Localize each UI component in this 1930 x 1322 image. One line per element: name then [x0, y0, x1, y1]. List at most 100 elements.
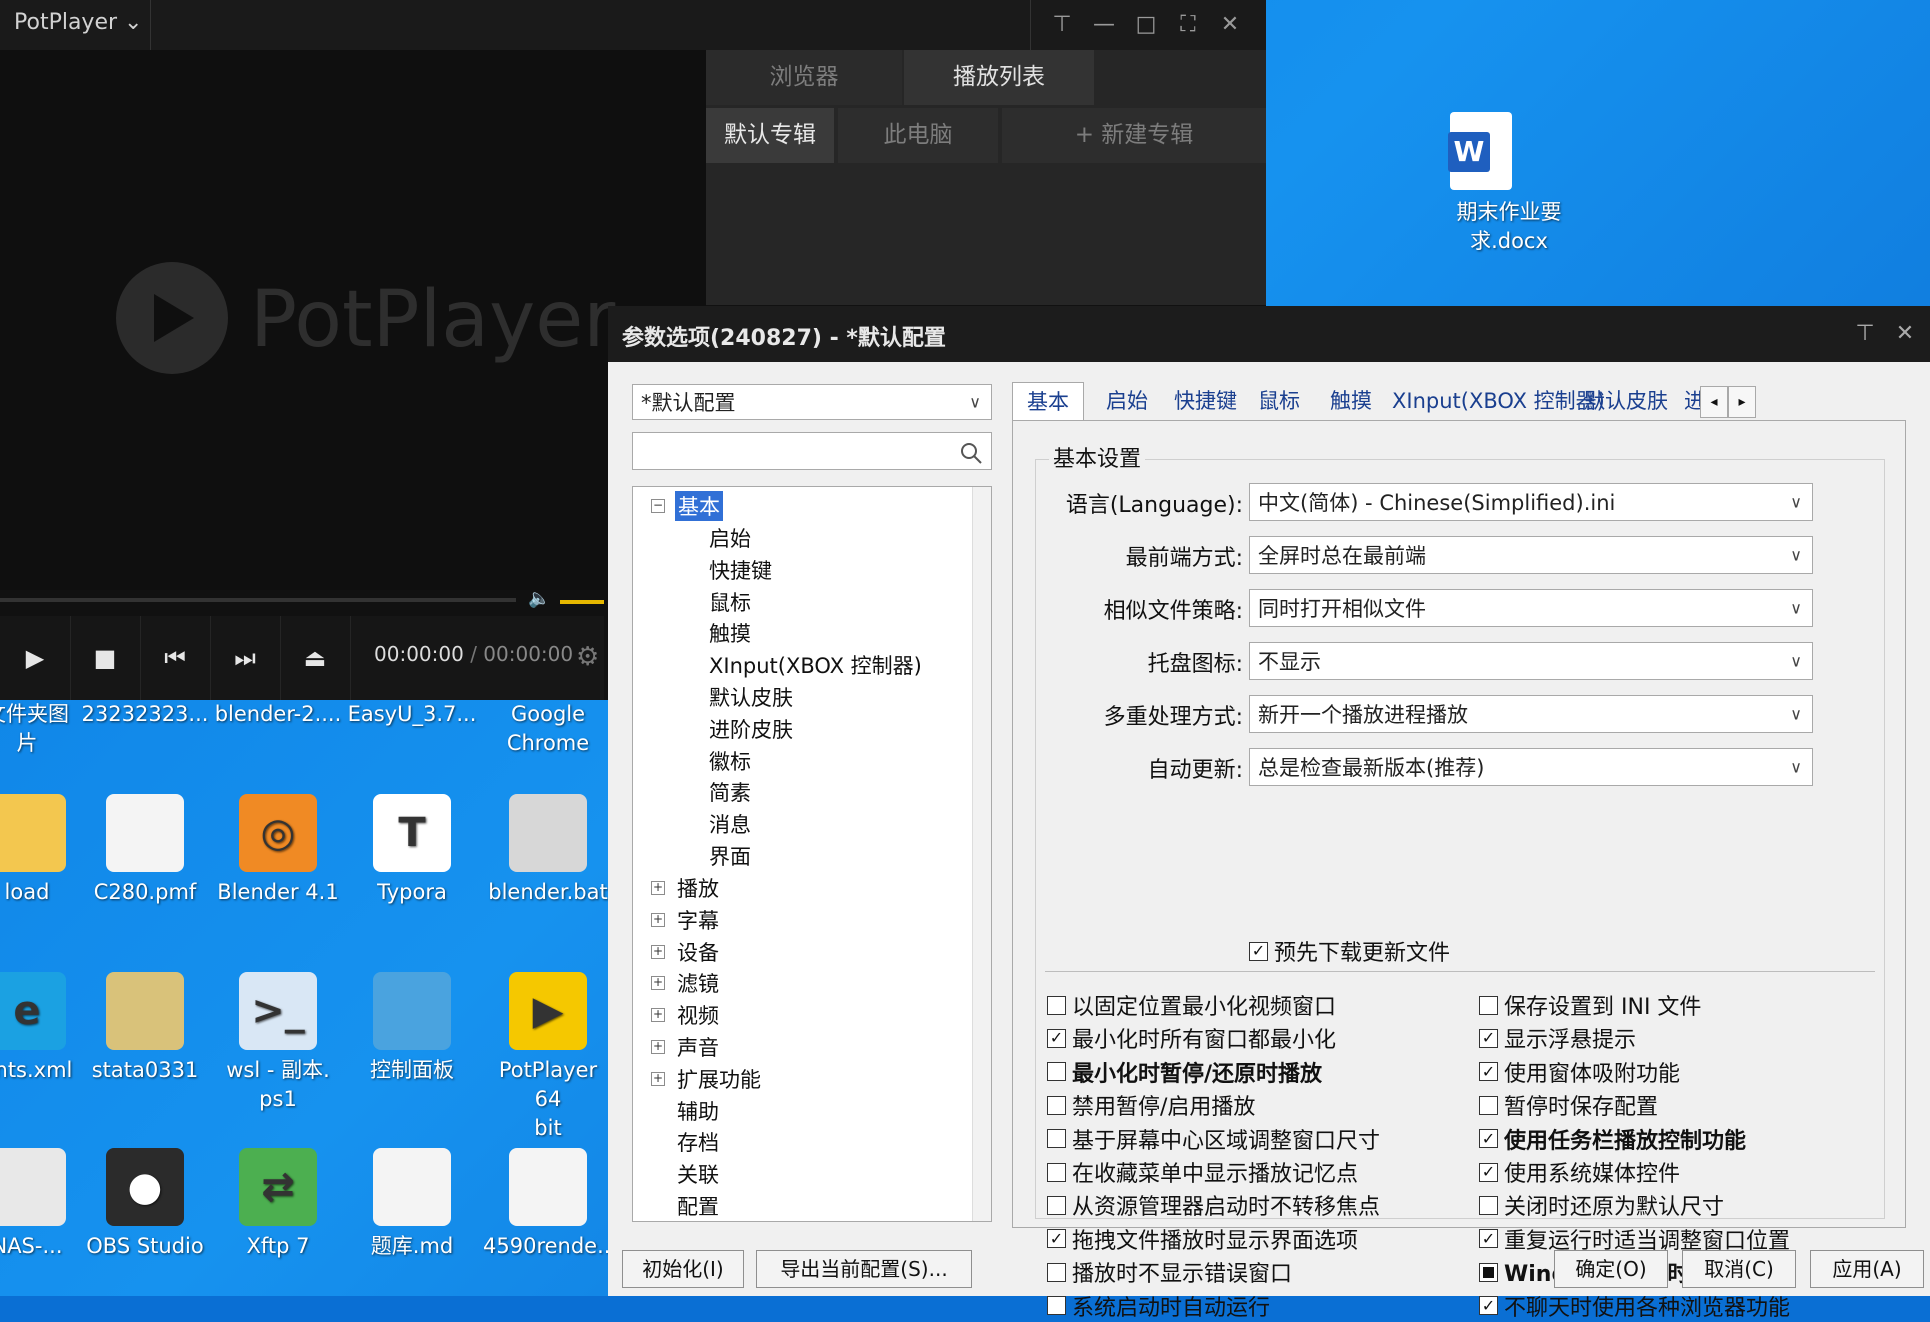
desktop-icon[interactable]: 控制面板 [347, 972, 477, 1085]
tree-item-child[interactable]: 界面 [709, 841, 751, 871]
tree-item-child[interactable]: 鼠标 [709, 587, 751, 617]
desktop-icon[interactable]: load [0, 794, 92, 907]
tree-expand-icon[interactable]: + [651, 1008, 665, 1023]
settings-gear-icon[interactable]: ⚙ [576, 642, 599, 672]
option-checkbox[interactable]: ✓ 使用系统媒体控件 [1479, 1156, 1680, 1188]
tree-expand-icon[interactable]: + [651, 976, 665, 991]
tree-item-section[interactable]: 播放 [677, 873, 719, 903]
desktop-icon[interactable]: e ents.xml [0, 972, 92, 1085]
volume-icon[interactable]: 🔈 [528, 588, 550, 609]
option-checkbox[interactable]: 从资源管理器启动时不转移焦点 [1047, 1189, 1380, 1221]
tree-item-section[interactable]: 字幕 [677, 905, 719, 935]
tree-item-child[interactable]: 进阶皮肤 [709, 714, 793, 744]
close-icon[interactable]: ✕ [1214, 10, 1246, 40]
close-icon[interactable]: ✕ [1888, 318, 1922, 350]
album-new[interactable]: + 新建专辑 [1002, 108, 1266, 163]
field-select[interactable]: 新开一个播放进程播放 ∨ [1249, 695, 1813, 733]
tree-item-section[interactable]: 关联 [677, 1159, 719, 1189]
search-input[interactable] [632, 432, 992, 470]
option-checkbox[interactable]: ✓ 使用任务栏播放控制功能 [1479, 1123, 1746, 1155]
tab-touch[interactable]: 触摸 [1330, 382, 1372, 420]
option-checkbox[interactable]: ✓ 最小化时所有窗口都最小化 [1047, 1022, 1336, 1054]
tree-expand-icon[interactable]: + [651, 912, 665, 927]
video-area[interactable]: PotPlayer [0, 50, 706, 590]
tree-expand-icon[interactable]: + [651, 1040, 665, 1054]
export-config-button[interactable]: 导出当前配置(S)... [756, 1250, 972, 1288]
option-checkbox[interactable]: 保存设置到 INI 文件 [1479, 989, 1701, 1021]
tree-item-section[interactable]: 设备 [677, 937, 719, 967]
desktop-icon[interactable]: stata0331 [80, 972, 210, 1085]
cancel-button[interactable]: 取消(C) [1682, 1250, 1796, 1288]
option-checkbox[interactable]: 基于屏幕中心区域调整窗口尺寸 [1047, 1123, 1380, 1155]
tab-default-skin[interactable]: 默认皮肤 [1584, 382, 1668, 420]
field-select[interactable]: 全屏时总在最前端 ∨ [1249, 536, 1813, 574]
next-icon[interactable]: ⏭ [210, 616, 281, 700]
volume-slider[interactable] [560, 600, 604, 604]
tree-expand-icon[interactable]: + [651, 881, 665, 895]
ok-button[interactable]: 确定(O) [1554, 1250, 1668, 1288]
chevron-right-icon[interactable]: ▸ [1728, 386, 1756, 418]
eject-icon[interactable]: ⏏ [280, 616, 351, 700]
tree-item-child[interactable]: 简素 [709, 777, 751, 807]
tree-item-section[interactable]: 存档 [677, 1127, 719, 1157]
stop-icon[interactable]: ■ [70, 616, 141, 700]
desktop-icon[interactable]: 题库.md [347, 1148, 477, 1261]
tree-collapse-icon[interactable]: − [651, 499, 665, 513]
predownload-checkbox[interactable]: ✓ 预先下载更新文件 [1249, 935, 1450, 967]
apply-button[interactable]: 应用(A) [1810, 1250, 1924, 1288]
seek-bar[interactable] [0, 598, 516, 602]
option-checkbox[interactable]: 暂停时保存配置 [1479, 1089, 1658, 1121]
desktop-icon[interactable]: ◎ Blender 4.1 [213, 794, 343, 907]
option-checkbox[interactable]: ✓ 使用窗体吸附功能 [1479, 1056, 1680, 1088]
desktop-icon[interactable]: NAS-... [0, 1148, 92, 1261]
tree-item-child[interactable]: 启始 [709, 523, 751, 553]
profile-select[interactable]: *默认配置 ∨ [632, 384, 992, 420]
tab-startup[interactable]: 启始 [1106, 382, 1148, 420]
tree-item-section[interactable]: 视频 [677, 1000, 719, 1030]
option-checkbox[interactable]: ✓ 拖拽文件播放时显示界面选项 [1047, 1223, 1358, 1255]
tab-browser[interactable]: 浏览器 [706, 50, 902, 105]
minimize-icon[interactable]: — [1088, 10, 1120, 40]
potplayer-menu-button[interactable]: PotPlayer ⌄ [14, 10, 142, 35]
tree-item-section[interactable]: 扩展功能 [677, 1064, 761, 1094]
tree-expand-icon[interactable]: + [651, 944, 665, 959]
tree-item-section[interactable]: 配置 [677, 1191, 719, 1221]
tab-hotkeys[interactable]: 快捷键 [1174, 382, 1237, 420]
maximize-icon[interactable]: □ [1130, 10, 1162, 40]
tree-scrollbar[interactable] [972, 487, 991, 1221]
tab-playlist[interactable]: 播放列表 [904, 50, 1094, 105]
option-checkbox[interactable]: 禁用暂停/启用播放 [1047, 1089, 1255, 1121]
desktop-icon[interactable]: ▶ PotPlayer 64 bit [483, 972, 613, 1143]
option-checkbox[interactable]: ✓ 不聊天时使用各种浏览器功能 [1479, 1290, 1790, 1322]
option-checkbox[interactable]: 以固定位置最小化视频窗口 [1047, 989, 1336, 1021]
option-checkbox[interactable]: 在收藏菜单中显示播放记忆点 [1047, 1156, 1358, 1188]
tree-item-child[interactable]: 快捷键 [709, 555, 772, 585]
desktop-icon[interactable]: >_ wsl - 副本. ps1 [213, 972, 343, 1114]
tree-item-basic[interactable]: 基本 [675, 491, 723, 521]
field-select[interactable]: 总是检查最新版本(推荐) ∨ [1249, 748, 1813, 786]
play-icon[interactable]: ▶ [0, 616, 71, 700]
tree-expand-icon[interactable]: + [651, 1071, 665, 1086]
option-checkbox[interactable]: 播放时不显示错误窗口 [1047, 1256, 1292, 1288]
previous-icon[interactable]: ⏮ [140, 616, 211, 700]
tab-mouse[interactable]: 鼠标 [1258, 382, 1300, 420]
album-this-pc[interactable]: 此电脑 [838, 108, 998, 163]
fullscreen-icon[interactable]: ⛶ [1172, 10, 1204, 40]
tree-item-child[interactable]: 默认皮肤 [709, 682, 793, 712]
tree-item-section[interactable]: 滤镜 [677, 968, 719, 998]
option-checkbox[interactable]: ✓ 显示浮悬提示 [1479, 1022, 1636, 1054]
desktop-icon[interactable]: blender.bat [483, 794, 613, 907]
tree-item-child[interactable]: 徽标 [709, 746, 751, 776]
desktop-icon[interactable]: ⇄ Xftp 7 [213, 1148, 343, 1261]
field-select[interactable]: 同时打开相似文件 ∨ [1249, 589, 1813, 627]
tree-item-section[interactable]: 辅助 [677, 1096, 719, 1126]
chevron-left-icon[interactable]: ◂ [1700, 386, 1728, 418]
desktop-icon[interactable]: T Typora [347, 794, 477, 907]
field-select[interactable]: 中文(简体) - Chinese(Simplified).ini ∨ [1249, 483, 1813, 521]
init-button[interactable]: 初始化(I) [622, 1250, 744, 1288]
desktop-icon[interactable]: ● OBS Studio [80, 1148, 210, 1261]
tree-item-child[interactable]: 触摸 [709, 618, 751, 648]
tab-basic[interactable]: 基本 [1012, 382, 1084, 423]
desktop-icon[interactable]: C280.pmf [80, 794, 210, 907]
desktop-icon[interactable]: 4590rende... [483, 1148, 617, 1261]
